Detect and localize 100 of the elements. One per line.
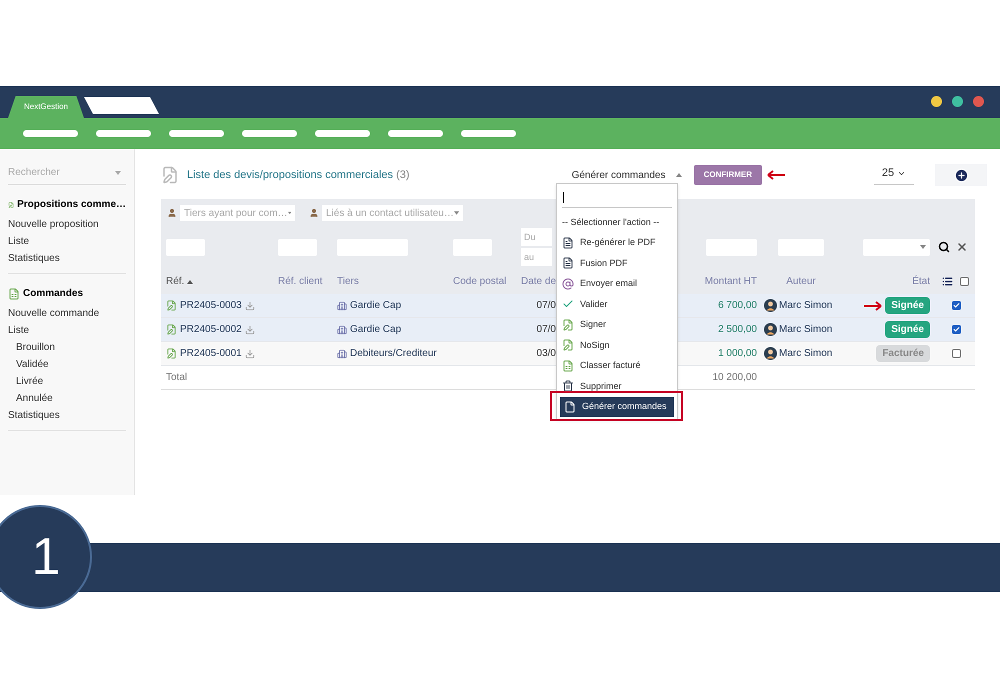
tiers-link[interactable]: Debiteurs/Crediteur [350,346,437,361]
author-link[interactable]: Marc Simon [779,346,832,361]
caret-icon [288,211,291,215]
chevron-down-icon [897,169,906,178]
document-icon [564,400,576,413]
caret-icon [676,173,682,177]
page-title: Liste des devis/propositions commerciales (3) [187,168,410,183]
menu-placeholder[interactable] [242,130,297,137]
date-from-field[interactable]: Du [521,228,552,246]
sidebar-item[interactable]: Statistiques [8,250,126,267]
sidebar-item[interactable]: Annulée [8,390,126,407]
dropdown-option[interactable]: Valider [557,294,677,314]
building-icon [337,348,347,358]
pdf-icon [562,257,574,270]
menu-placeholder[interactable] [315,130,370,137]
menu-placeholder[interactable] [169,130,224,137]
at-sign-icon [562,278,574,290]
list-icon[interactable] [942,276,953,287]
building-icon [337,324,347,334]
trash-icon [562,380,574,392]
dropdown-option[interactable]: -- Sélectionner l'action -- [557,212,677,232]
total-amount: 10 200,00 [712,371,757,385]
dropdown-option[interactable]: Envoyer email [557,274,677,294]
plus-icon [954,168,969,182]
document-pen-icon [166,300,177,311]
total-label: Total [166,371,188,385]
date-to-field[interactable]: au [521,248,552,266]
building-icon [337,300,347,310]
sidebar-item[interactable]: Livrée [8,373,126,390]
ref-link[interactable]: PR2405-0001 [180,346,242,361]
sidebar-item[interactable]: Brouillon [8,339,126,356]
caret-icon [187,280,194,284]
menu-placeholder[interactable] [388,130,443,137]
page-size-select[interactable]: 25 [874,165,914,185]
caret-icon [920,245,926,249]
sidebar-item[interactable]: Validée [8,356,126,373]
caret-icon [454,211,459,215]
table-cell-text: 07/0 [536,323,556,337]
table-cell-text: 07/0 [536,299,556,313]
document-pen-icon [161,166,179,184]
avatar-icon [764,347,777,360]
dropdown-option[interactable]: Fusion PDF [557,253,677,274]
sidebar-item[interactable]: Statistiques [8,407,126,424]
search-icon[interactable] [938,241,950,253]
row-checkbox[interactable] [952,301,961,310]
document-icon [8,288,20,300]
dropdown-option[interactable]: Re-générer le PDF [557,232,677,253]
tiers-link[interactable]: Gardie Cap [350,322,402,337]
avatar-icon [764,323,777,336]
status-badge: Signée [885,321,930,338]
confirm-button[interactable]: CONFIRMER [694,165,762,185]
menu-placeholder[interactable] [23,130,78,137]
row-checkbox[interactable] [952,325,961,334]
document-pen-icon [166,324,177,335]
blank-tab[interactable] [84,97,159,114]
sidebar-item[interactable]: Liste [8,233,126,250]
select-all-checkbox[interactable] [960,277,969,286]
status-badge: Signée [885,297,930,314]
ref-link[interactable]: PR2405-0002 [180,322,242,337]
action-select[interactable]: Générer commandes [568,168,686,182]
document-pen-icon [166,348,177,359]
sidebar-heading[interactable]: Commandes [23,286,84,301]
caret-icon [115,170,121,174]
table-cell-text: 6 700,00 [718,299,757,313]
sidebar-item[interactable]: Liste [8,322,126,339]
sidebar-item[interactable]: Nouvelle commande [8,305,126,322]
user-icon [167,208,177,218]
tiers-link[interactable]: Gardie Cap [350,298,402,313]
row-checkbox[interactable] [952,349,961,358]
menu-placeholder[interactable] [461,130,516,137]
table-cell-text: 2 500,00 [718,323,757,337]
download-icon[interactable] [244,300,255,310]
check-icon [953,302,960,309]
dropdown-option[interactable]: Générer commandes [560,396,674,417]
document-pen-icon [562,318,574,331]
avatar-icon [764,299,777,312]
user-icon [309,208,319,218]
author-link[interactable]: Marc Simon [779,298,832,313]
ref-link[interactable]: PR2405-0003 [180,298,242,313]
table-cell-text: 03/0 [536,347,556,361]
column-header[interactable]: Réf. [166,274,184,289]
author-link[interactable]: Marc Simon [779,322,832,337]
sidebar-item[interactable]: Nouvelle proposition [8,216,126,233]
add-button[interactable] [935,164,988,186]
download-icon[interactable] [244,324,255,334]
close-icon[interactable] [956,241,968,253]
download-icon[interactable] [244,348,255,358]
table-cell-text: 1 000,00 [718,347,757,361]
document-icon [562,360,574,372]
sidebar-heading[interactable]: Propositions comme… [17,197,126,212]
dropdown-option[interactable]: Classer facturé [557,356,677,376]
pointer-arrow [863,300,884,310]
step-badge: 1 [0,505,92,609]
pdf-icon [562,236,574,249]
pointer-arrow [766,170,786,180]
status-badge: Facturée [876,345,930,362]
menu-placeholder[interactable] [96,130,151,137]
dropdown-option[interactable]: Supprimer [557,376,677,396]
document-pen-icon [562,339,574,352]
check-icon [953,326,960,333]
